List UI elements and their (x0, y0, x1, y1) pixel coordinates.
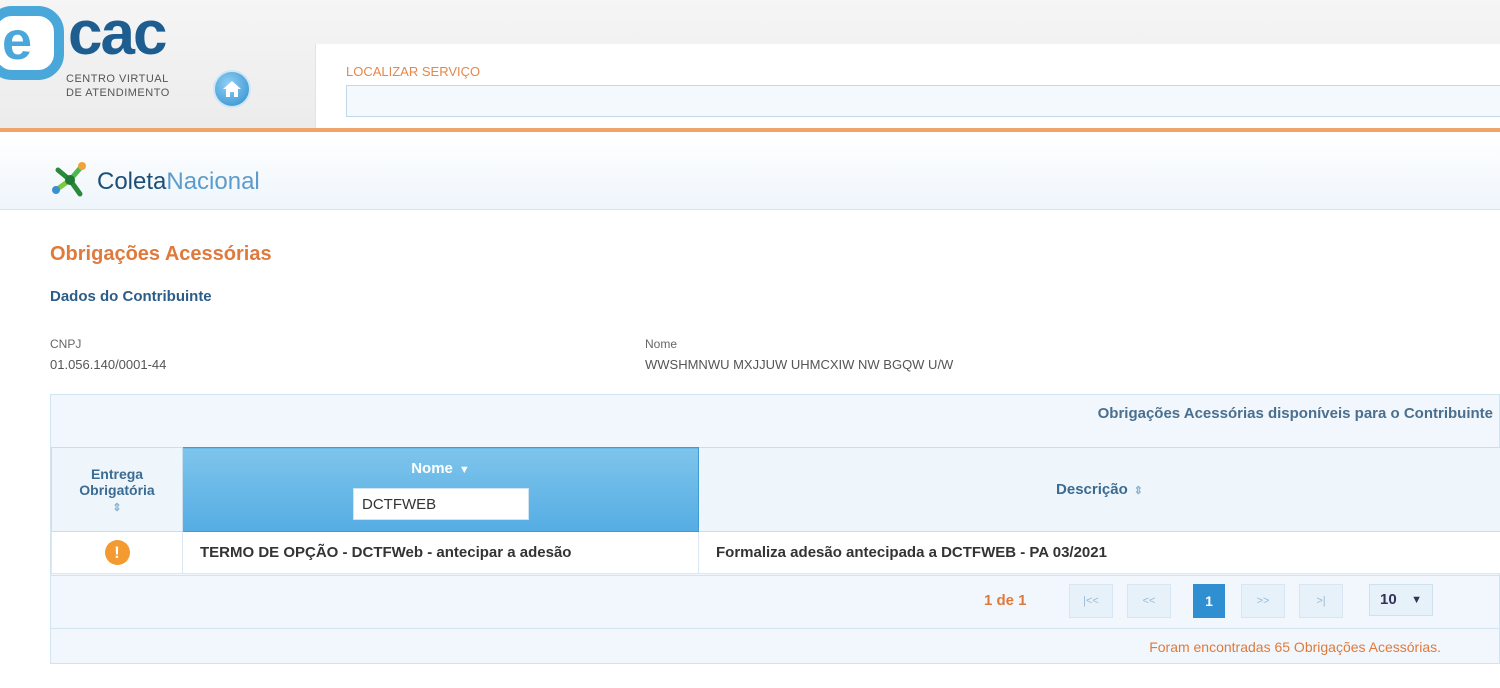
sort-icon[interactable]: ⇕ (1134, 484, 1143, 497)
brand-part-nacional: Nacional (166, 168, 260, 195)
column-header-descricao-label: Descrição (1056, 481, 1128, 498)
ecac-logo-subtitle: CENTRO VIRTUAL DE ATENDIMENTO (66, 72, 170, 100)
column-header-nome[interactable]: Nome ▼ (182, 447, 699, 532)
per-page-value: 10 (1380, 591, 1397, 608)
nome-value: WWSHMNWU MXJJUW UHMCXIW NW BGQW U/W (645, 357, 954, 372)
cell-nome[interactable]: TERMO DE OPÇÃO - DCTFWeb - antecipar a a… (182, 531, 699, 574)
service-search: LOCALIZAR SERVIÇO (315, 44, 1500, 128)
last-page-button[interactable]: >| (1299, 584, 1343, 618)
coleta-nacional-logo-icon (52, 162, 86, 197)
cell-descricao: Formaliza adesão antecipada a DCTFWEB - … (698, 531, 1500, 574)
page-title: Obrigações Acessórias (50, 243, 272, 265)
column-header-entrega[interactable]: Entrega Obrigatória ⇕ (51, 447, 183, 532)
column-header-descricao[interactable]: Descrição ⇕ (698, 447, 1500, 532)
obrigacoes-table: Entrega Obrigatória ⇕ Nome ▼ Descrição ⇕ (51, 447, 1500, 574)
chevron-down-icon: ▼ (1411, 594, 1422, 606)
table-caption: Obrigações Acessórias disponíveis para o… (1097, 405, 1493, 422)
logo-subtitle-line1: CENTRO VIRTUAL (66, 73, 169, 85)
ecac-logo[interactable]: e cac CENTRO VIRTUAL DE ATENDIMENTO (0, 0, 200, 120)
nome-label: Nome (645, 337, 678, 351)
section-title: Dados do Contribuinte (50, 288, 212, 305)
home-button[interactable] (213, 70, 251, 108)
ecac-logo-letter: e (2, 11, 33, 71)
first-page-button[interactable]: |<< (1069, 584, 1113, 618)
home-icon (223, 81, 241, 97)
per-page-select[interactable]: 10 ▼ (1369, 584, 1433, 616)
cnpj-label: CNPJ (50, 337, 82, 351)
logo-subtitle-line2: DE ATENDIMENTO (66, 87, 170, 99)
column-header-nome-title: Nome ▼ (183, 460, 698, 477)
nome-filter-input[interactable] (353, 488, 529, 520)
sort-icon[interactable]: ⇕ (112, 501, 121, 514)
results-footer: Foram encontradas 65 Obrigações Acessóri… (51, 628, 1499, 664)
column-header-nome-label: Nome (411, 460, 453, 477)
results-count-text: Foram encontradas 65 Obrigações Acessóri… (1149, 639, 1441, 655)
prev-page-button[interactable]: << (1127, 584, 1171, 618)
next-page-button[interactable]: >> (1241, 584, 1285, 618)
page-1-button[interactable]: 1 (1193, 584, 1225, 618)
column-header-entrega-line2: Obrigatória (79, 481, 155, 498)
search-label: LOCALIZAR SERVIÇO (346, 64, 481, 79)
alert-icon: ! (104, 540, 130, 565)
obrigacoes-panel: Obrigações Acessórias disponíveis para o… (50, 394, 1500, 664)
search-input[interactable] (346, 85, 1500, 117)
column-header-entrega-line1: Entrega (90, 465, 144, 482)
coleta-bar: ColetaNacional (0, 136, 1500, 210)
top-header: e cac CENTRO VIRTUAL DE ATENDIMENTO LOCA… (0, 0, 1500, 132)
cnpj-value: 01.056.140/0001-44 (50, 357, 167, 372)
ecac-logo-word: cac (68, 0, 167, 68)
coleta-nacional-brand: ColetaNacional (97, 168, 260, 196)
page-info: 1 de 1 (984, 592, 1027, 609)
brand-part-coleta: Coleta (97, 168, 167, 195)
pagination: 1 de 1 |<< << 1 >> >| 10 ▼ (51, 575, 1499, 627)
table-row[interactable]: ! TERMO DE OPÇÃO - DCTFWeb - antecipar a… (51, 531, 1500, 574)
ecac-logo-mark: e (0, 6, 64, 80)
cell-entrega: ! (51, 531, 183, 574)
sort-desc-icon[interactable]: ▼ (459, 464, 470, 476)
